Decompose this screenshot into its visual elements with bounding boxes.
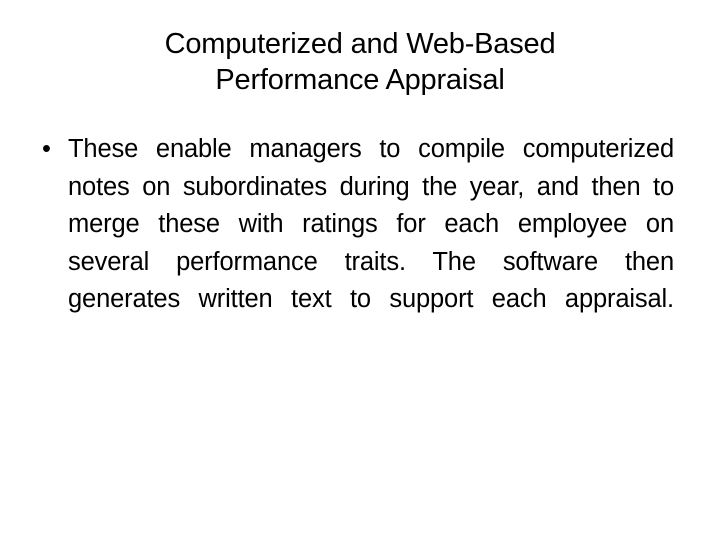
slide-title: Computerized and Web-Based Performance A… <box>36 26 684 98</box>
slide-title-line-2: Performance Appraisal <box>215 64 505 96</box>
bullet-point-icon: • <box>42 135 51 163</box>
slide-body: • These enable managers to compile compu… <box>38 131 674 356</box>
presentation-slide: Computerized and Web-Based Performance A… <box>0 0 720 540</box>
bullet-list-item: • These enable managers to compile compu… <box>38 131 674 356</box>
slide-title-line-1: Computerized and Web-Based <box>164 28 556 60</box>
bullet-item-text: These enable managers to compile compute… <box>68 135 674 313</box>
